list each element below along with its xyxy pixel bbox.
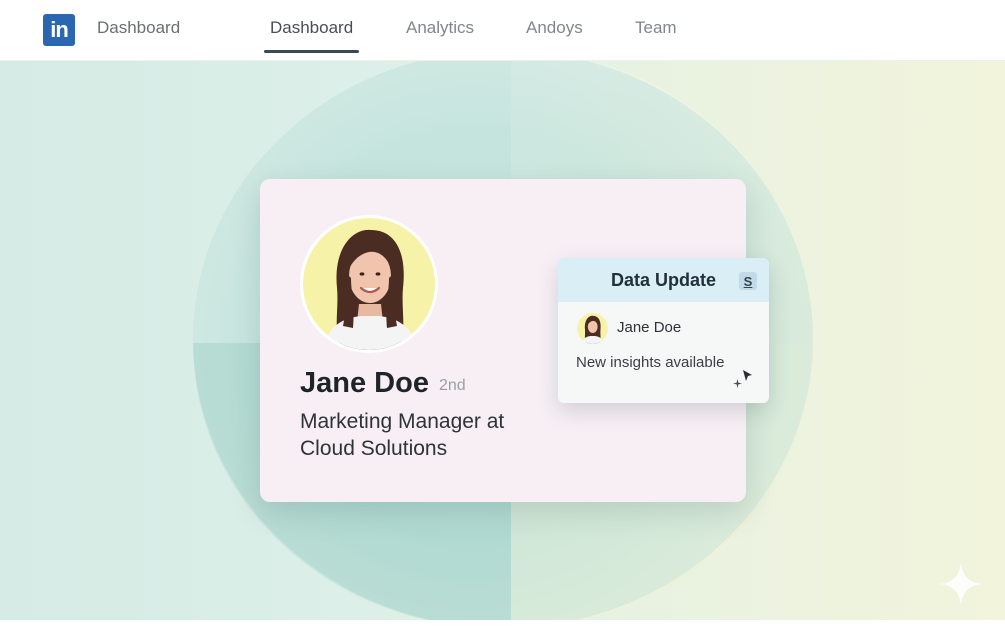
avatar[interactable] — [300, 215, 438, 353]
sparkle-icon — [733, 379, 742, 388]
brand-label[interactable]: Dashboard — [97, 18, 180, 38]
cursor-icon — [743, 370, 752, 381]
data-update-popup[interactable]: Data Update S Jane Doe New insights avai… — [558, 258, 769, 403]
person-avatar-icon — [577, 313, 608, 344]
popup-message: New insights available — [576, 354, 725, 371]
linkedin-logo-icon[interactable]: in — [43, 14, 75, 46]
connection-degree-badge: 2nd — [439, 377, 466, 394]
sparkle-icon — [940, 563, 982, 605]
popup-user-name[interactable]: Jane Doe — [617, 319, 681, 336]
tab-andoys[interactable]: Andoys — [526, 18, 583, 38]
tab-analytics[interactable]: Analytics — [406, 18, 474, 38]
profile-headline: Marketing Manager at Cloud Solutions — [300, 408, 560, 462]
popup-badge[interactable]: S — [739, 272, 757, 290]
top-navigation: in Dashboard Dashboard Analytics Andoys … — [0, 0, 1005, 61]
headline-line: Marketing Manager at — [300, 410, 505, 433]
profile-name[interactable]: Jane Doe — [300, 367, 429, 400]
tab-team[interactable]: Team — [635, 18, 677, 38]
popup-header: Data Update S — [558, 258, 769, 302]
person-avatar-icon — [303, 218, 435, 350]
bottom-strip — [0, 620, 1005, 628]
popup-title: Data Update — [610, 269, 717, 290]
headline-line: Cloud Solutions — [300, 437, 448, 460]
tab-dashboard[interactable]: Dashboard — [270, 18, 353, 38]
active-tab-indicator — [264, 50, 359, 53]
